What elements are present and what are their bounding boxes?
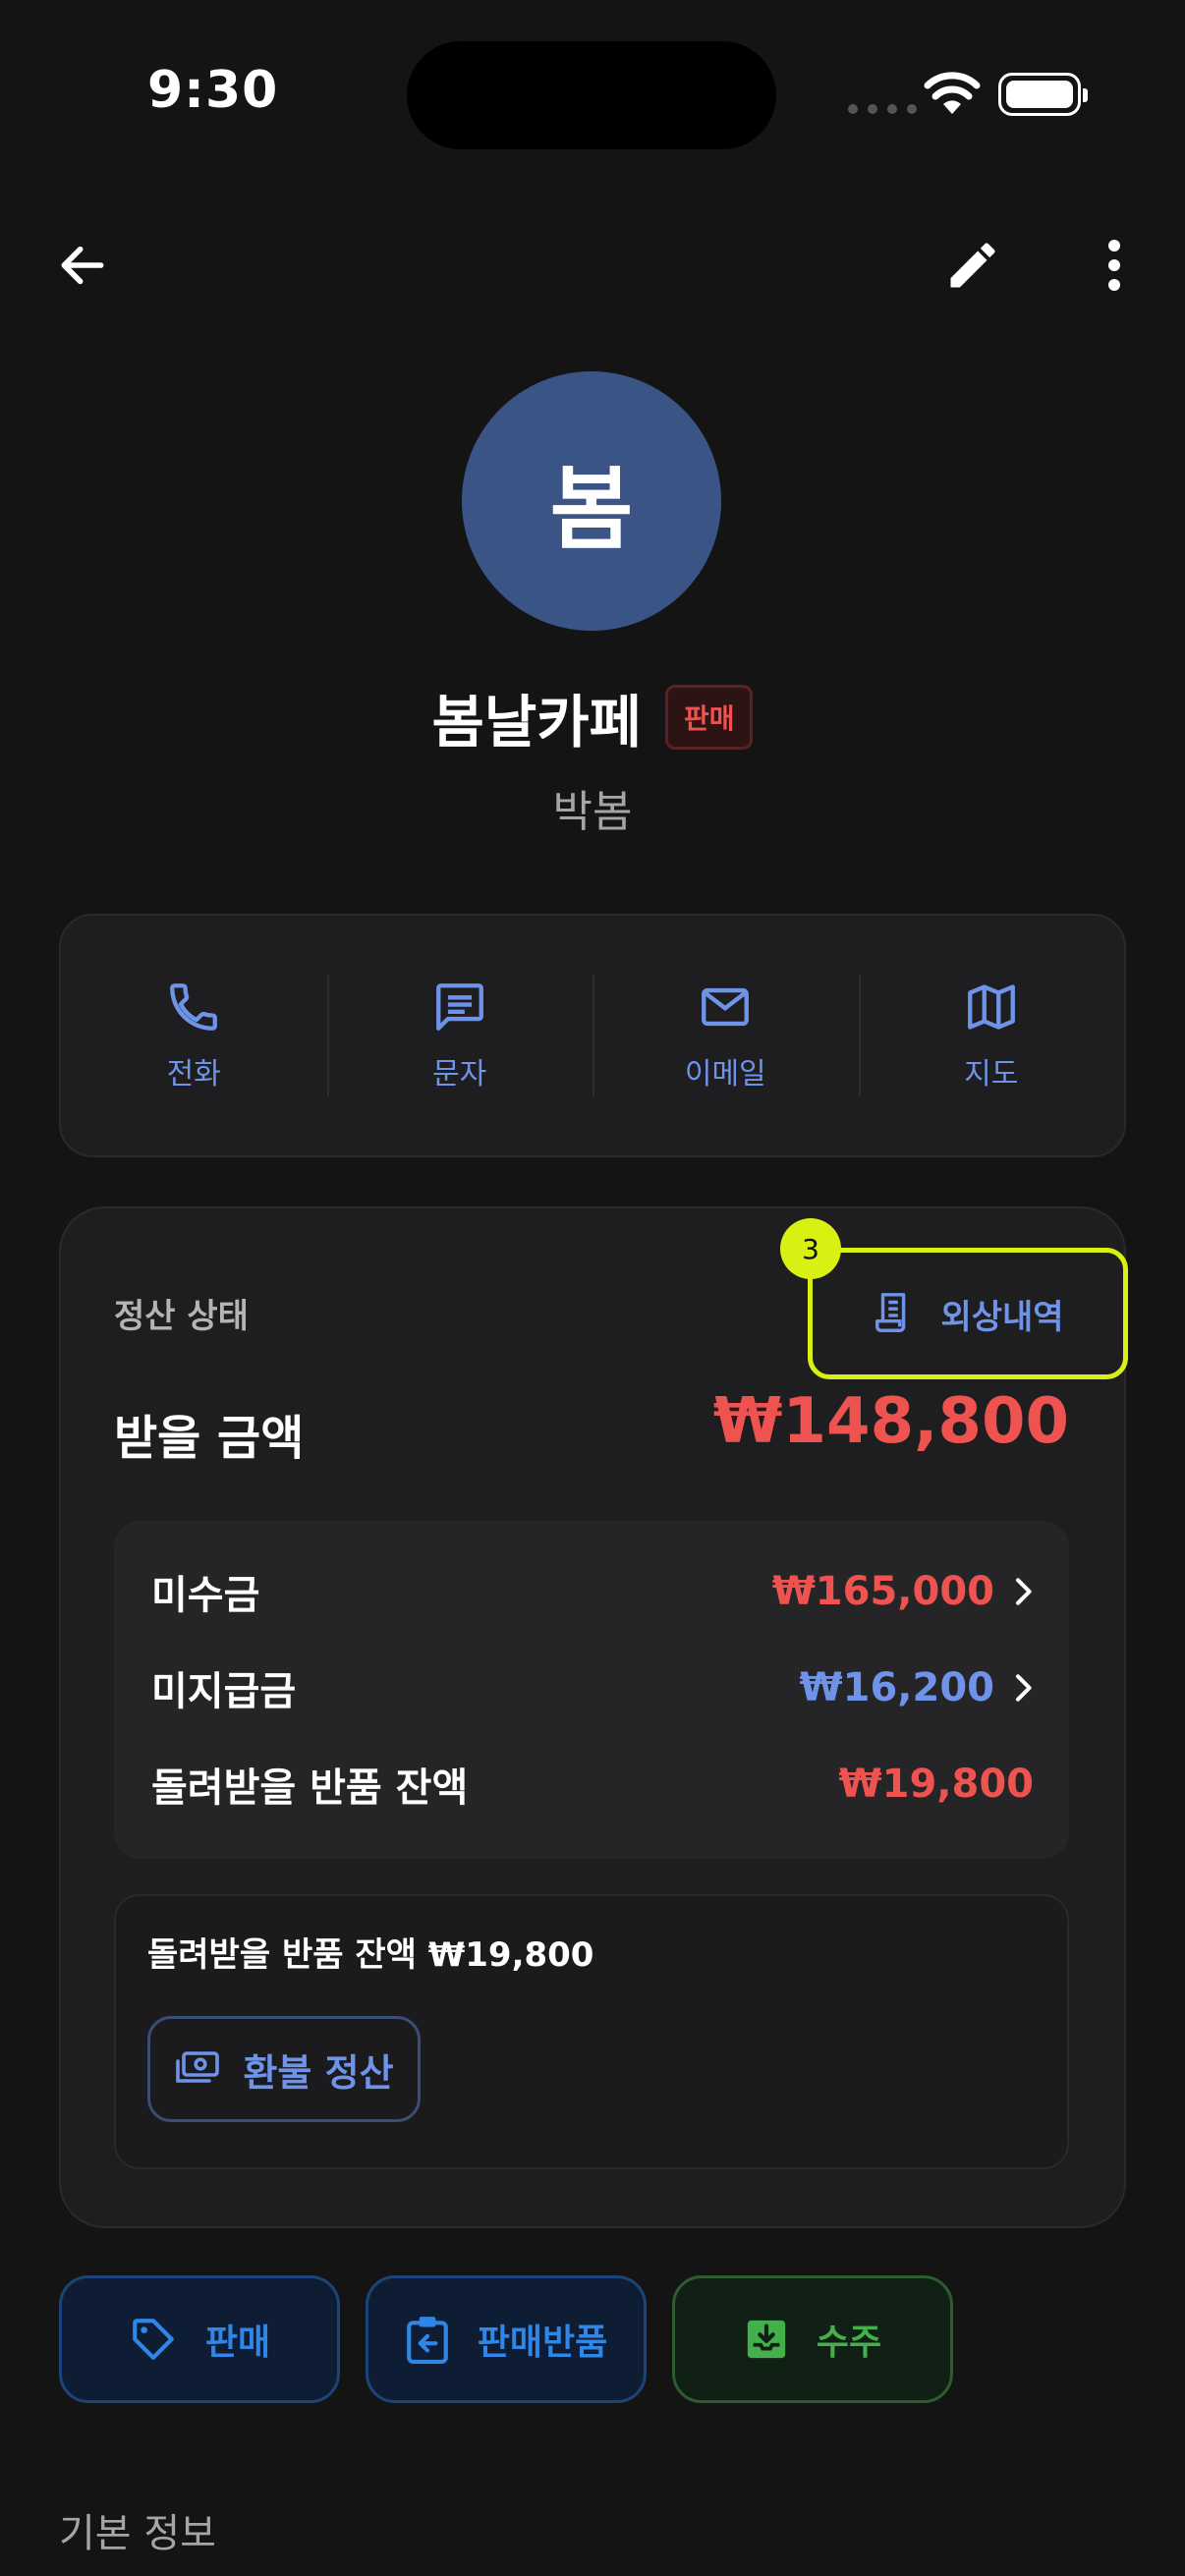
status-time: 9:30 [147,61,279,120]
phone-icon [170,983,218,1031]
dynamic-island [407,41,776,149]
balance-list: 미수금 ₩165,000 미지급금 ₩16,200 돌려받을 반품 잔액 ₩19… [114,1521,1069,1859]
credit-history-label: 외상내역 [940,1297,1064,1337]
message-button[interactable]: 문자 [326,916,593,1155]
message-icon [435,983,483,1031]
basic-info-section-title: 기본 정보 [59,2511,216,2556]
tag-icon [133,2319,174,2360]
email-button[interactable]: 이메일 [592,916,859,1155]
map-button[interactable]: 지도 [858,916,1125,1155]
customer-name-row: 봄날카페 판매 [0,676,1185,758]
contact-actions-card: 전화 문자 이메일 지도 [59,914,1126,1157]
balance-row-return: 돌려받을 반품 잔액 ₩19,800 [151,1755,1034,1814]
settlement-status-label: 정산 상태 [114,1297,249,1336]
email-label: 이메일 [684,1057,766,1092]
refund-settle-label: 환불 정산 [243,2050,394,2095]
balance-label: 미수금 [151,1573,260,1618]
contact-person-name: 박봄 [552,787,633,837]
chevron-right-icon [1016,1578,1032,1605]
more-vertical-icon [1108,240,1120,291]
sale-button[interactable]: 판매 [59,2275,340,2403]
call-label: 전화 [166,1057,221,1092]
receipt-icon [875,1293,906,1332]
sale-label: 판매 [204,2323,271,2363]
wifi-icon [924,71,981,116]
chevron-right-icon [1016,1674,1032,1702]
balance-label: 미지급금 [151,1669,297,1714]
more-options-button[interactable] [1075,226,1154,305]
customer-name: 봄날카페 [431,689,642,756]
refund-settle-button[interactable]: 환불 정산 [147,2016,421,2122]
inbox-download-icon [747,2320,786,2359]
cash-icon [176,2051,220,2083]
balance-value: ₩19,800 [838,1762,1034,1807]
battery-icon [998,73,1088,116]
back-button[interactable] [43,226,122,305]
customer-type-badge: 판매 [664,685,754,750]
sale-return-label: 판매반품 [477,2323,608,2363]
balance-value: ₩165,000 [772,1569,1034,1614]
receivable-amount: ₩148,800 [712,1385,1069,1458]
step-marker: 3 [780,1218,841,1279]
order-button[interactable]: 수주 [672,2275,953,2403]
credit-history-button[interactable]: 외상내역 [808,1248,1128,1379]
avatar: 봄 [462,371,721,631]
sale-return-button[interactable]: 판매반품 [366,2275,647,2403]
clipboard-return-icon [406,2317,448,2364]
cellular-signal-icon [847,102,926,116]
order-label: 수주 [816,2323,882,2363]
map-icon [967,984,1015,1030]
message-label: 문자 [432,1057,487,1092]
map-label: 지도 [964,1057,1019,1092]
pencil-icon [950,243,995,288]
call-button[interactable]: 전화 [61,916,327,1155]
receivable-label: 받을 금액 [114,1411,305,1466]
arrow-left-icon [61,246,104,285]
balance-label: 돌려받을 반품 잔액 [151,1765,469,1811]
refund-balance-text: 돌려받을 반품 잔액 ₩19,800 [147,1935,594,1975]
mail-icon [702,987,750,1027]
edit-button[interactable] [933,226,1012,305]
balance-value: ₩16,200 [800,1665,1034,1710]
balance-row-receivable[interactable]: 미수금 ₩165,000 [151,1562,1034,1621]
balance-row-payable[interactable]: 미지급금 ₩16,200 [151,1658,1034,1717]
